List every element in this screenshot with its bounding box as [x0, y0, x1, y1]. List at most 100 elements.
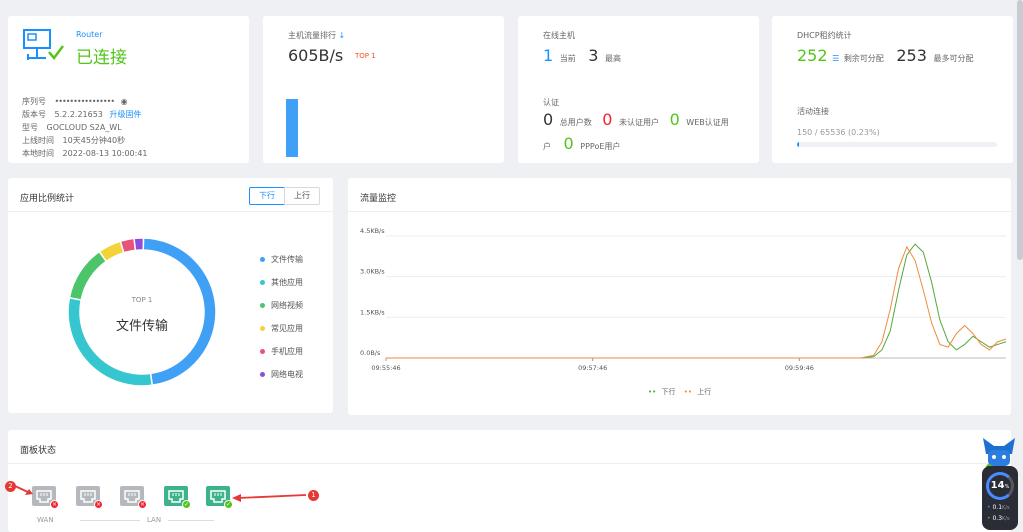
legend-label: 文件传输 — [271, 255, 303, 264]
legend-label: 常见应用 — [271, 324, 303, 333]
legend-dot — [260, 326, 265, 331]
app-legend-item[interactable]: 常见应用 — [260, 323, 303, 334]
host-count-row: 1 当前 3 最高 — [543, 46, 621, 65]
down-rate: • 0.3K/s — [987, 515, 1010, 522]
online-hosts-card: 在线主机 1 当前 3 最高 认证 0 总用户数 0 未认证用户 0 WEB认证… — [518, 16, 759, 163]
lan-divider-left — [80, 520, 140, 521]
cpu-gauge: 14% — [986, 472, 1014, 500]
speed-widget-body: 14% • 0.1K/s • 0.3K/s — [982, 466, 1018, 530]
uptime-value: 10天45分钟40秒 — [62, 136, 126, 145]
max-hosts-value: 3 — [588, 46, 599, 65]
version-row: 版本号 5.2.2.21653 升级固件 — [22, 109, 141, 120]
dhcp-remain-label: 剩余可分配 — [843, 54, 884, 63]
tab-upload[interactable]: 上行 — [284, 187, 320, 205]
scrollbar-thumb[interactable] — [1017, 0, 1023, 260]
router-status: 已连接 — [76, 48, 127, 68]
flow-line-chart: 0.0B/s 1.5KB/s 3.0KB/s 4.5KB/s 09:55:46 09:57… — [360, 227, 1007, 372]
flow-monitor-title: 流量监控 — [360, 194, 397, 204]
pppoe-users-value: 0 — [563, 134, 574, 153]
model-value: GOCLOUD S2A_WL — [46, 123, 122, 132]
localtime-value: 2022-08-13 10:00:41 — [62, 149, 148, 158]
traffic-rank-value: 605B/s — [288, 46, 344, 65]
legend-dot — [260, 303, 265, 308]
legend-label: 手机应用 — [271, 347, 303, 356]
online-hosts-title: 在线主机 — [543, 31, 575, 40]
app-donut-chart — [67, 237, 217, 387]
active-conn-title: 活动连接 — [797, 107, 829, 116]
wan-label: WAN — [37, 516, 54, 524]
app-legend-item[interactable]: 网络视频 — [260, 300, 303, 311]
lan-label: LAN — [147, 516, 162, 524]
pppoe-row: 户 0 PPPoE用户 — [543, 134, 620, 153]
donut-slice-4[interactable] — [119, 237, 137, 254]
series-download-line — [386, 243, 1007, 359]
upgrade-firmware-link[interactable]: 升级固件 — [109, 110, 141, 119]
serial-row: 序列号 •••••••••••••••• ◉ — [22, 96, 128, 107]
auth-row: 0 总用户数 0 未认证用户 0 WEB认证用 — [543, 110, 729, 129]
donut-center-top: TOP 1 — [131, 296, 153, 304]
legend-label: 网络视频 — [271, 301, 303, 310]
total-users-label: 总用户数 — [559, 118, 592, 127]
app-legend-item[interactable]: 文件传输 — [260, 254, 303, 265]
cpu-unit: % — [1004, 484, 1010, 490]
legend-down-label[interactable]: 下行 — [662, 388, 676, 396]
cat-mascot-icon — [983, 438, 1015, 470]
legend-label: 其他应用 — [271, 278, 303, 287]
unauth-users-value: 0 — [602, 110, 613, 129]
legend-up-label[interactable]: 上行 — [697, 388, 711, 396]
current-hosts-label: 当前 — [559, 54, 576, 63]
localtime-label: 本地时间 — [22, 149, 54, 158]
router-card: Router 已连接 序列号 •••••••••••••••• ◉ 版本号 5.… — [8, 16, 249, 163]
traffic-rank-card: 主机流量排行 ↓ 605B/s TOP 1 — [263, 16, 504, 163]
legend-label: 网络电视 — [271, 370, 303, 379]
dhcp-row: 252 ☰ 剩余可分配 253 最多可分配 — [797, 46, 973, 65]
version-label: 版本号 — [22, 110, 46, 119]
app-legend-item[interactable]: 其他应用 — [260, 277, 303, 288]
x-tick-label: 09:59:46 — [785, 364, 814, 372]
total-users-value: 0 — [543, 110, 554, 129]
legend-down-marker: •• — [648, 388, 657, 396]
panel-status-header: 面板状态 — [8, 430, 1011, 464]
flow-legend: •• 下行 •• 上行 — [648, 387, 711, 397]
unauth-users-label: 未认证用户 — [619, 118, 660, 127]
callout-2: 2 — [5, 481, 16, 492]
y-tick-label: 1.5KB/s — [360, 308, 385, 316]
sort-down-icon[interactable]: ↓ — [339, 31, 346, 40]
up-rate: • 0.1K/s — [987, 504, 1010, 511]
model-label: 型号 — [22, 123, 38, 132]
dhcp-remain-value: 252 — [797, 46, 828, 65]
app-legend-item[interactable]: 手机应用 — [260, 346, 303, 357]
speed-widget[interactable]: 14% • 0.1K/s • 0.3K/s — [978, 436, 1020, 532]
annotation-arrows — [14, 485, 307, 502]
donut-slice-2[interactable] — [68, 250, 108, 301]
cpu-value: 14 — [990, 480, 1005, 491]
lan-divider-right — [168, 520, 214, 521]
model-row: 型号 GOCLOUD S2A_WL — [22, 122, 122, 133]
legend-dot — [260, 257, 265, 262]
donut-slice-5[interactable] — [133, 237, 145, 252]
pppoe-users-label: PPPoE用户 — [580, 142, 621, 151]
panel-status-title: 面板状态 — [20, 446, 57, 456]
y-tick-label: 4.5KB/s — [360, 227, 385, 235]
donut-slice-0[interactable] — [142, 237, 217, 387]
active-conn-progress — [797, 142, 997, 147]
dhcp-max-value: 253 — [896, 46, 927, 65]
uptime-row: 上线时间 10天45分钟40秒 — [22, 135, 125, 146]
x-tick-label: 09:57:46 — [578, 364, 607, 372]
app-legend-item[interactable]: 网络电视 — [260, 369, 303, 380]
dhcp-card: DHCP租约统计 252 ☰ 剩余可分配 253 最多可分配 活动连接 150 … — [772, 16, 1013, 163]
serial-label: 序列号 — [22, 97, 46, 106]
version-value: 5.2.2.21653 — [54, 110, 103, 119]
dhcp-title: DHCP租约统计 — [797, 31, 852, 40]
app-stats-title: 应用比例统计 — [20, 194, 75, 204]
donut-slice-1[interactable] — [67, 296, 154, 387]
dhcp-max-label: 最多可分配 — [933, 54, 974, 63]
flow-monitor-card: 流量监控 0.0B/s 1.5KB/s 3.0KB/s 4.5KB/s 09:55:46… — [348, 178, 1011, 415]
list-icon[interactable]: ☰ — [832, 54, 839, 63]
x-tick-label: 09:55:46 — [371, 364, 400, 372]
tab-download[interactable]: 下行 — [249, 187, 285, 205]
current-hosts-value: 1 — [543, 46, 554, 65]
eye-icon[interactable]: ◉ — [121, 97, 128, 106]
router-brand: Router — [76, 30, 103, 39]
traffic-rank-bar — [286, 99, 298, 157]
